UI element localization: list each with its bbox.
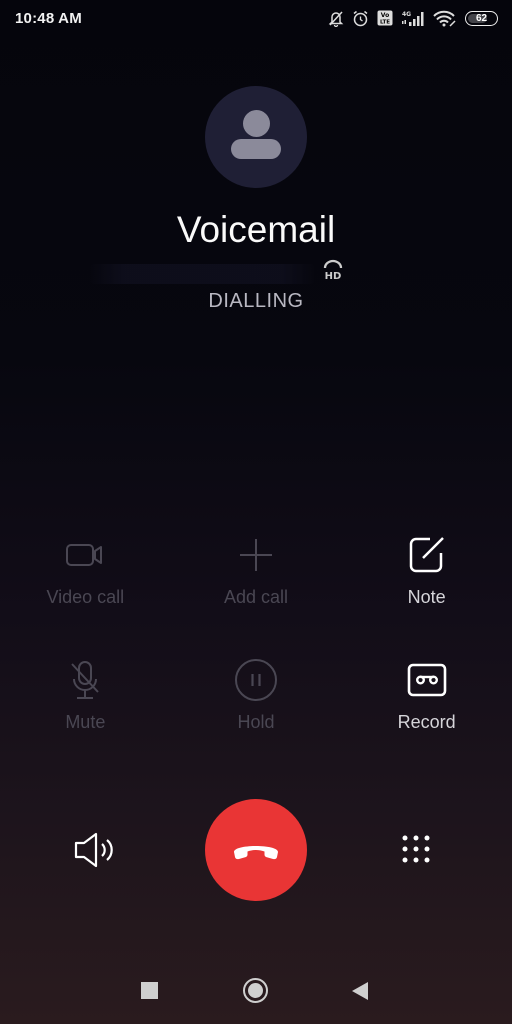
home-circle-icon[interactable] bbox=[243, 978, 268, 1003]
voicemail-tape-icon bbox=[407, 660, 447, 700]
dialpad-icon bbox=[402, 835, 430, 863]
hold-label: Hold bbox=[237, 712, 275, 732]
wifi-icon bbox=[433, 10, 457, 27]
note-button[interactable]: Note bbox=[341, 535, 512, 608]
add-call-button[interactable]: Add call bbox=[171, 535, 342, 608]
status-bar: 10:48 AM Vo LTE 4G 62 bbox=[0, 0, 512, 36]
alarm-icon bbox=[352, 10, 369, 27]
battery-level: 62 bbox=[475, 12, 488, 24]
speaker-icon bbox=[74, 832, 113, 868]
svg-text:LTE: LTE bbox=[380, 20, 390, 26]
hd-voice-icon: HD bbox=[320, 259, 346, 286]
svg-text:Vo: Vo bbox=[381, 12, 389, 19]
avatar-person-icon bbox=[243, 110, 270, 137]
speaker-button[interactable] bbox=[72, 831, 120, 874]
pause-circle-icon bbox=[234, 659, 278, 701]
record-button[interactable]: Record bbox=[341, 660, 512, 733]
call-actions-row-2: Mute Hold Record bbox=[0, 659, 512, 733]
video-call-button[interactable]: Video call bbox=[0, 535, 171, 608]
call-status: DIALLING bbox=[208, 290, 304, 312]
call-controls bbox=[0, 799, 512, 901]
hold-button[interactable]: Hold bbox=[171, 659, 342, 733]
note-label: Note bbox=[407, 587, 446, 607]
contact-name: Voicemail bbox=[176, 209, 336, 250]
dialpad-button[interactable] bbox=[400, 833, 432, 870]
mute-label: Mute bbox=[65, 712, 106, 732]
note-edit-icon bbox=[408, 535, 446, 575]
recents-square-icon[interactable] bbox=[141, 982, 158, 999]
navigation-bar bbox=[0, 966, 512, 1014]
contact-avatar bbox=[205, 86, 307, 188]
add-call-label: Add call bbox=[223, 587, 288, 607]
notifications-off-icon bbox=[328, 10, 344, 27]
back-triangle-icon[interactable] bbox=[351, 981, 369, 1006]
signal-4g-icon: 4G bbox=[401, 10, 425, 27]
end-call-button[interactable] bbox=[205, 799, 307, 901]
microphone-off-icon bbox=[68, 660, 102, 700]
call-actions-row-1: Video call Add call Note bbox=[0, 535, 512, 608]
video-call-label: Video call bbox=[46, 587, 125, 607]
plus-icon bbox=[239, 535, 273, 575]
status-icons: Vo LTE 4G 62 bbox=[328, 10, 498, 27]
status-time: 10:48 AM bbox=[15, 9, 82, 27]
record-label: Record bbox=[397, 712, 456, 732]
svg-text:4G: 4G bbox=[402, 11, 411, 18]
redacted-phone-number bbox=[90, 264, 315, 284]
end-call-icon bbox=[234, 846, 278, 860]
svg-text:HD: HD bbox=[325, 271, 342, 281]
volte-icon: Vo LTE bbox=[377, 10, 393, 26]
video-camera-icon bbox=[65, 535, 105, 575]
mute-button[interactable]: Mute bbox=[0, 660, 171, 733]
battery-icon: 62 bbox=[465, 10, 498, 26]
